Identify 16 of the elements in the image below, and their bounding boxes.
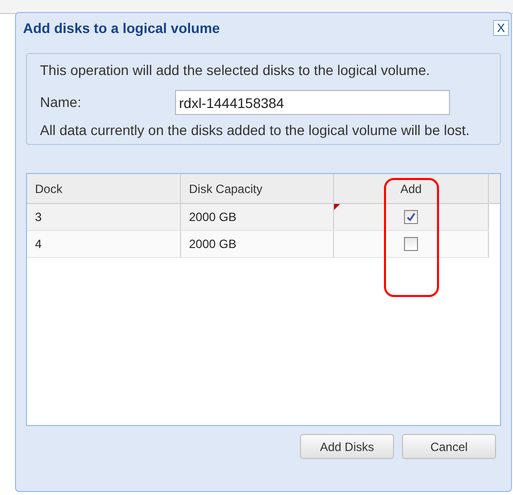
close-button[interactable]: X [493,20,509,36]
column-header[interactable]: Add [334,174,489,203]
column-header[interactable]: Disk Capacity [181,174,334,203]
intro-text: This operation will add the selected disks to the logical volume. [40,61,431,80]
add-disks-button[interactable]: Add Disks [300,434,394,459]
checkbox[interactable] [404,210,418,224]
checkbox[interactable] [404,237,418,251]
column-header[interactable]: Dock [27,174,181,203]
cancel-button[interactable]: Cancel [402,434,496,459]
dock-cell: 4 [27,231,181,257]
dock-cell: 3 [27,204,181,230]
capacity-cell: 2000 GB [181,231,334,257]
name-label: Name: [40,93,82,112]
window-title: Add disks to a logical volume [23,18,220,38]
warning-text: All data currently on the disks added to the logical volume will be lost. [40,122,471,139]
name-input[interactable]: rdxl-1444158384 [175,90,450,115]
